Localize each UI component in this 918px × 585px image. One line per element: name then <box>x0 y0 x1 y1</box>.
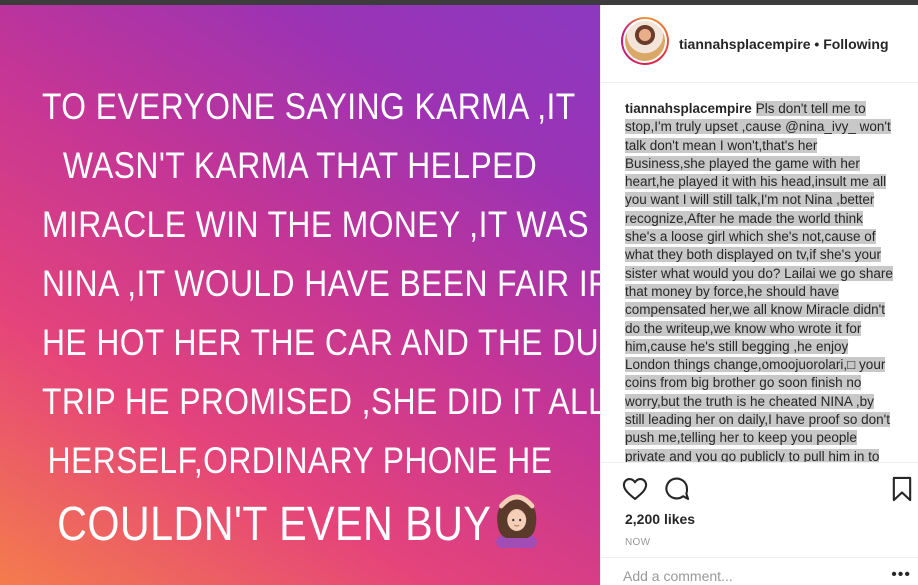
comment-box: ••• <box>601 557 918 585</box>
story-line-text: COULDN'T EVEN BUY <box>57 498 492 551</box>
story-text: TO EVERYONE SAYING KARMA ,IT WASN'T KARM… <box>42 77 600 560</box>
story-line: WASN'T KARMA THAT HELPED <box>62 145 538 186</box>
comment-input[interactable] <box>623 568 893 584</box>
bookmark-icon[interactable] <box>888 475 916 503</box>
person-gesturing-ok-emoji-icon <box>491 492 543 552</box>
caption-text: Pls don't tell me to stop,I'm truly upse… <box>625 101 893 462</box>
caption-username[interactable]: tiannahsplacempire <box>625 101 752 116</box>
more-options-icon[interactable]: ••• <box>891 566 911 584</box>
story-line: HE HOT HER THE CAR AND THE DUBAI <box>42 322 600 363</box>
caption: tiannahsplacempire Pls don't tell me to s… <box>625 100 895 462</box>
comment-bubble-icon[interactable] <box>663 475 691 503</box>
story-line: NINA ,IT WOULD HAVE BEEN FAIR IF <box>42 263 600 304</box>
likes-word: likes <box>663 511 696 527</box>
story-line-last: COULDN'T EVEN BUY <box>42 490 558 560</box>
post-header: tiannahsplacempire • Following <box>601 5 918 83</box>
story-line: TO EVERYONE SAYING KARMA ,IT <box>42 86 576 127</box>
header-separator: • <box>814 36 820 52</box>
story-line: TRIP HE PROMISED ,SHE DID IT ALL BY <box>42 381 600 422</box>
likes-count[interactable]: 2,200 likes <box>625 511 695 527</box>
post-timestamp: NOW <box>625 537 651 548</box>
avatar-image <box>623 19 667 63</box>
following-button[interactable]: Following <box>823 36 888 52</box>
post-actions: 2,200 likes NOW ••• <box>601 462 918 585</box>
likes-number: 2,200 <box>625 511 661 527</box>
header-username-row: tiannahsplacempire • Following <box>679 36 889 52</box>
header-username[interactable]: tiannahsplacempire <box>679 36 811 52</box>
post-image[interactable]: TO EVERYONE SAYING KARMA ,IT WASN'T KARM… <box>0 5 600 585</box>
post-sidebar: tiannahsplacempire • Following tiannahsp… <box>600 5 918 585</box>
heart-icon[interactable] <box>621 475 649 503</box>
avatar[interactable] <box>621 17 669 65</box>
story-line: MIRACLE WIN THE MONEY ,IT WAS <box>42 204 590 245</box>
caption-scroll-area[interactable]: tiannahsplacempire Pls don't tell me to s… <box>601 84 918 462</box>
story-line: HERSELF,ORDINARY PHONE HE <box>47 440 553 481</box>
